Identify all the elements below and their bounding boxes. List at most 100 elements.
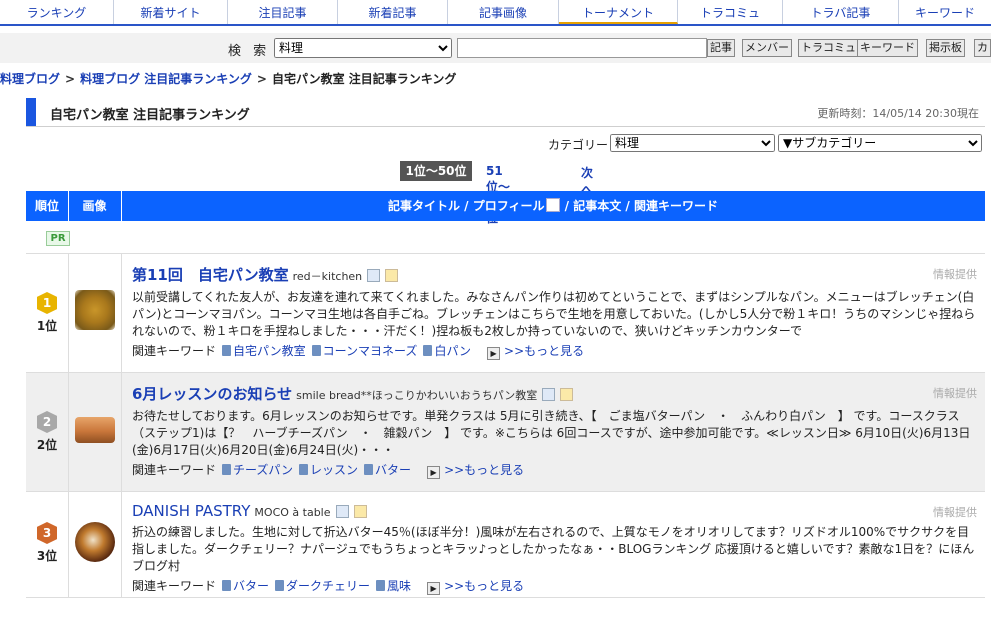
more-link[interactable]: >>もっと見る — [504, 344, 584, 358]
category-select[interactable]: 料理 — [610, 134, 775, 152]
article-title-link[interactable]: 第11回 自宅パン教室 — [132, 266, 289, 284]
article-body: 折込の練習しました。生地に対して折込バター45％(ほぼ半分！)風味が左右されるの… — [132, 525, 975, 573]
col-main: 記事タイトル / プロフィール / 記事本文 / 関連キーワード — [121, 191, 985, 221]
article-thumbnail[interactable] — [75, 522, 115, 562]
search-more-button[interactable]: カ — [974, 39, 991, 57]
author-name: smile bread**ほっこりかわいいおうちパン教室 — [296, 389, 538, 402]
article-thumbnail[interactable] — [75, 290, 115, 330]
favorite-icon[interactable] — [385, 269, 399, 282]
article-content: 第11回 自宅パン教室 red－kitchen 以前受講してくれた友人が、お友達を… — [132, 264, 977, 360]
profile-icon[interactable] — [542, 388, 556, 401]
table-row: 2 2位 6月レッスンのお知らせ smile bread**ほっこりかわいいおうち… — [26, 373, 985, 492]
search-articles-button[interactable]: 記事 — [707, 39, 735, 57]
updated-time: 更新時刻：14/05/14 20:30現在 — [817, 107, 979, 120]
breadcrumb: 料理ブログ > 料理ブログ 注目記事ランキング > 自宅パン教室 注目記事ランキング — [0, 70, 456, 86]
keywords-label: 関連キーワード — [132, 463, 217, 477]
related-keywords: 関連キーワード 自宅パン教室 コーンマヨネーズ 白パン ▶ >>もっと見る — [132, 342, 977, 360]
keyword-icon — [222, 580, 232, 591]
column-divider — [121, 492, 122, 597]
keywords-label: 関連キーワード — [132, 579, 217, 593]
article-thumbnail[interactable] — [75, 417, 115, 443]
related-keywords: 関連キーワード チーズパン レッスン バター ▶ >>もっと見る — [132, 461, 977, 479]
column-divider — [121, 373, 122, 491]
category-label: カテゴリー — [548, 138, 609, 152]
table-row: 3 3位 DANISH PASTRY MOCO à table 折込の練習しました… — [26, 492, 985, 598]
keyword-icon — [376, 580, 386, 591]
keyword-icon — [423, 345, 433, 356]
nav-trackback-articles[interactable]: トラバ記事 — [783, 0, 899, 24]
rank-medal-icon: 1 — [37, 292, 57, 314]
keyword-link[interactable]: 自宅パン教室 — [233, 344, 306, 358]
col-image: 画像 — [68, 191, 122, 221]
nav-new-sites[interactable]: 新着サイト — [114, 0, 228, 24]
keyword-link[interactable]: ダークチェリー — [286, 579, 370, 593]
keyword-link[interactable]: 風味 — [387, 579, 411, 593]
arrow-right-icon: ▶ — [427, 466, 441, 479]
rank-medal-icon: 2 — [37, 411, 57, 433]
profile-icon[interactable] — [367, 269, 381, 282]
rank-medal-icon: 3 — [37, 522, 57, 544]
article-title-link[interactable]: 6月レッスンのお知らせ — [132, 385, 292, 403]
keyword-icon — [364, 464, 374, 475]
keyword-icon — [311, 345, 321, 356]
rank-cell: 1 1位 — [26, 292, 68, 334]
nav-article-images[interactable]: 記事画像 — [448, 0, 559, 24]
article-content: DANISH PASTRY MOCO à table 折込の練習しました。生地に対… — [132, 502, 977, 595]
nav-tracommu[interactable]: トラコミュ — [678, 0, 783, 24]
search-members-button[interactable]: メンバー — [742, 39, 792, 57]
info-provided-label: 情報提供 — [933, 506, 977, 519]
column-divider — [121, 254, 122, 372]
keywords-label: 関連キーワード — [132, 344, 217, 358]
info-provided-label: 情報提供 — [933, 387, 977, 400]
keyword-icon — [222, 345, 232, 356]
search-board-button[interactable]: 掲示板 — [926, 39, 965, 57]
favorite-icon[interactable] — [560, 388, 574, 401]
keyword-link[interactable]: バター — [233, 579, 269, 593]
more-link[interactable]: >>もっと見る — [444, 463, 524, 477]
top-nav: ランキング 新着サイト 注目記事 新着記事 記事画像 トーナメント トラコミュ … — [0, 0, 991, 26]
column-divider — [68, 373, 69, 491]
rank-label: 3位 — [36, 549, 58, 563]
keyword-link[interactable]: レッスン — [310, 463, 358, 477]
nav-tournament[interactable]: トーナメント — [559, 0, 678, 24]
search-keywords-button[interactable]: キーワード — [857, 39, 918, 57]
keyword-link[interactable]: バター — [375, 463, 411, 477]
article-title-link[interactable]: DANISH PASTRY — [132, 502, 250, 520]
search-tracommu-button[interactable]: トラコミュ — [798, 39, 859, 57]
arrow-right-icon: ▶ — [487, 347, 501, 360]
table-row: 1 1位 第11回 自宅パン教室 red－kitchen 以前受講してくれた友人が… — [26, 254, 985, 373]
col-main-a: 記事タイトル / プロフィール — [388, 199, 545, 213]
nav-ranking[interactable]: ランキング — [0, 0, 114, 24]
keyword-link[interactable]: チーズパン — [233, 463, 293, 477]
rank-label: 1位 — [36, 319, 58, 333]
keyword-link[interactable]: コーンマヨネーズ — [323, 344, 418, 358]
subcategory-select[interactable]: ▼サブカテゴリー — [778, 134, 982, 152]
nav-new-articles[interactable]: 新着記事 — [338, 0, 448, 24]
breadcrumb-separator: > — [65, 72, 76, 86]
rank-cell: 2 2位 — [26, 411, 68, 453]
rank-label: 2位 — [36, 438, 58, 452]
breadcrumb-current: 自宅パン教室 注目記事ランキング — [271, 72, 457, 86]
pr-badge[interactable]: PR — [46, 231, 70, 246]
more-link[interactable]: >>もっと見る — [444, 579, 524, 593]
column-divider — [68, 492, 69, 597]
nav-keywords[interactable]: キーワード — [899, 0, 991, 24]
rank-cell: 3 3位 — [26, 522, 68, 564]
breadcrumb-cooking-ranking[interactable]: 料理ブログ 注目記事ランキング — [80, 72, 252, 86]
breadcrumb-cooking-blog[interactable]: 料理ブログ — [0, 72, 60, 86]
related-keywords: 関連キーワード バター ダークチェリー 風味 ▶ >>もっと見る — [132, 577, 977, 595]
keyword-icon — [222, 464, 232, 475]
article-body: 以前受講してくれた友人が、お友達を連れて来てくれました。みなさんパン作りは初めて… — [132, 290, 976, 338]
keyword-icon — [299, 464, 309, 475]
page-title: 自宅パン教室 注目記事ランキング — [50, 108, 250, 123]
page-header: 自宅パン教室 注目記事ランキング 更新時刻：14/05/14 20:30現在 — [26, 98, 985, 127]
search-input[interactable] — [457, 38, 707, 58]
arrow-right-icon: ▶ — [427, 582, 441, 595]
profile-icon[interactable] — [335, 505, 349, 518]
nav-featured-articles[interactable]: 注目記事 — [228, 0, 338, 24]
article-content: 6月レッスンのお知らせ smile bread**ほっこりかわいいおうちパン教室 … — [132, 383, 977, 479]
col-rank: 順位 — [26, 191, 69, 221]
search-category-select[interactable]: 料理 — [274, 38, 452, 58]
favorite-icon[interactable] — [353, 505, 367, 518]
keyword-link[interactable]: 白パン — [434, 344, 471, 358]
